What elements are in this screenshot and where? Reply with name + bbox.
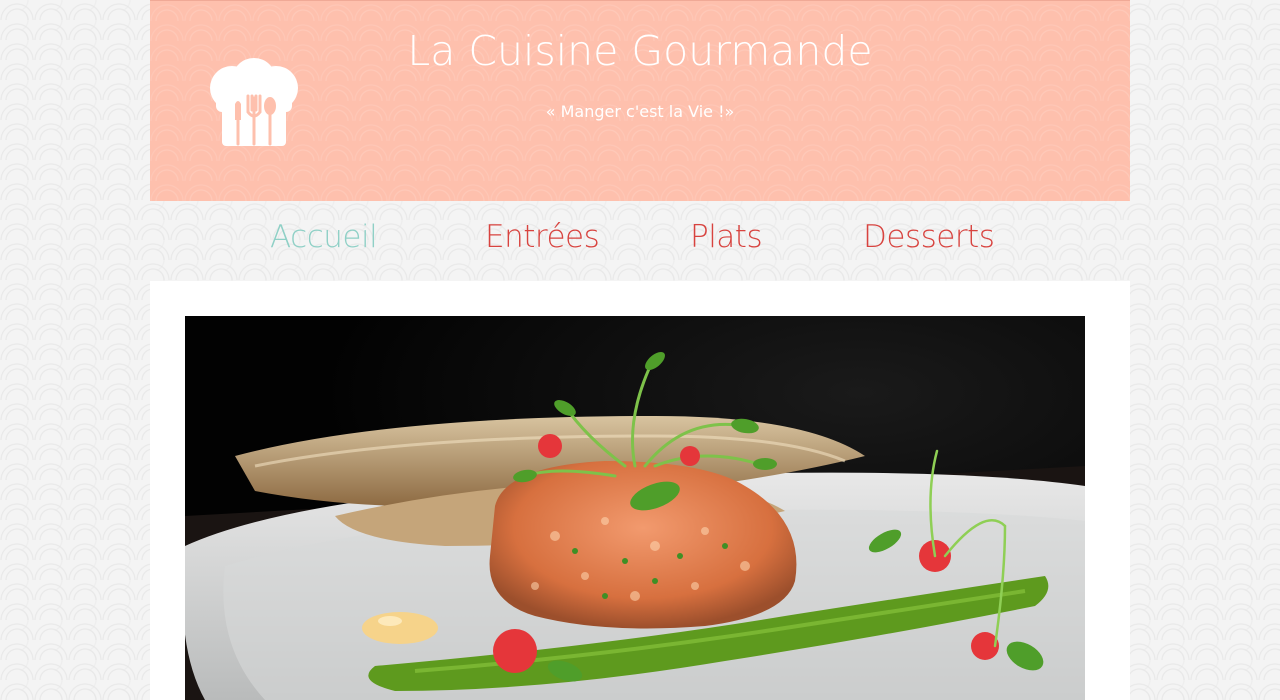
hero-image — [185, 316, 1085, 700]
nav-item-plats[interactable]: Plats — [690, 219, 763, 255]
nav-item-accueil[interactable]: Accueil — [270, 219, 378, 255]
nav-item-desserts[interactable]: Desserts — [863, 219, 995, 255]
salmon-tartare-plate-image — [185, 316, 1085, 700]
page-wrapper: La Cuisine Gourmande « Manger c'est la V… — [150, 0, 1130, 700]
main-content — [150, 281, 1130, 700]
site-title: La Cuisine Gourmande — [407, 27, 873, 75]
site-header: La Cuisine Gourmande « Manger c'est la V… — [150, 0, 1130, 201]
nav-item-entrees[interactable]: Entrées — [485, 219, 600, 255]
site-tagline: « Manger c'est la Vie !» — [545, 102, 735, 121]
main-nav: Accueil Entrées Plats Desserts — [150, 201, 1130, 281]
